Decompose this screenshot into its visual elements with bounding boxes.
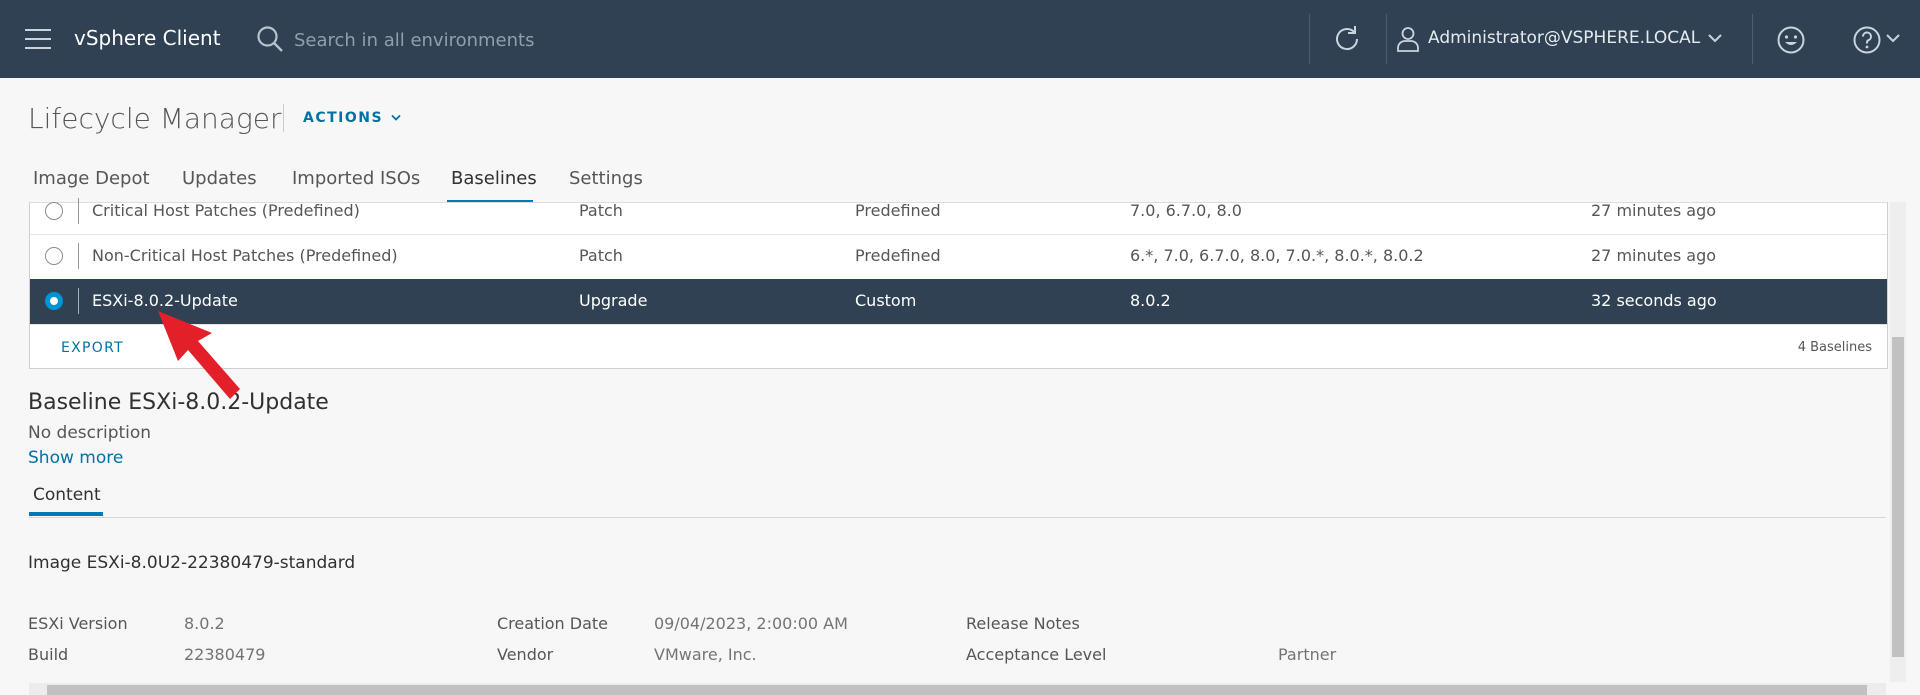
header-divider xyxy=(1386,14,1387,64)
esxi-version-value: 8.0.2 xyxy=(184,614,225,633)
baseline-kind: Predefined xyxy=(855,246,941,265)
image-name: Image ESXi-8.0U2-22380479-standard xyxy=(28,553,356,573)
title-divider xyxy=(283,104,284,132)
build-label: Build xyxy=(28,645,69,664)
baseline-kind: Custom xyxy=(855,291,917,310)
menu-icon[interactable] xyxy=(25,29,51,49)
acceptance-level-label: Acceptance Level xyxy=(966,645,1107,664)
refresh-icon[interactable] xyxy=(1332,24,1362,54)
row-divider xyxy=(78,198,79,224)
build-value: 22380479 xyxy=(184,645,266,664)
search-input[interactable] xyxy=(292,24,816,56)
row-radio-selected[interactable] xyxy=(45,292,63,310)
table-footer: EXPORT 4 Baselines xyxy=(30,324,1887,368)
baseline-name: Non-Critical Host Patches (Predefined) xyxy=(92,246,398,265)
page-title: Lifecycle Manager xyxy=(28,102,282,135)
vendor-value: VMware, Inc. xyxy=(654,645,757,664)
search-icon[interactable] xyxy=(256,25,284,53)
annotation-arrow-icon xyxy=(158,311,240,399)
table-row[interactable]: Non-Critical Host Patches (Predefined) P… xyxy=(30,234,1887,280)
chevron-down-icon[interactable] xyxy=(1886,33,1900,43)
vendor-label: Vendor xyxy=(497,645,554,664)
baseline-versions: 7.0, 6.7.0, 8.0 xyxy=(1130,201,1242,220)
baseline-modified: 27 minutes ago xyxy=(1591,201,1717,220)
actions-label: ACTIONS xyxy=(303,110,384,126)
vertical-scrollbar[interactable] xyxy=(1890,202,1906,682)
acceptance-level-value: Partner xyxy=(1278,645,1337,664)
header-divider xyxy=(1309,14,1310,64)
baselines-table: Critical Host Patches (Predefined) Patch… xyxy=(29,198,1888,369)
row-divider xyxy=(78,243,79,269)
baseline-kind: Predefined xyxy=(855,201,941,220)
scrollbar-thumb[interactable] xyxy=(1892,337,1904,657)
baseline-versions: 8.0.2 xyxy=(1130,291,1171,310)
row-radio[interactable] xyxy=(45,202,63,220)
baseline-modified: 27 minutes ago xyxy=(1591,246,1717,265)
active-tab-indicator xyxy=(29,512,103,516)
header-divider xyxy=(1752,14,1753,64)
baseline-type: Patch xyxy=(579,246,623,265)
esxi-version-label: ESXi Version xyxy=(28,614,128,633)
horizontal-scrollbar[interactable] xyxy=(29,683,1886,695)
scrollbar-thumb[interactable] xyxy=(47,685,1867,695)
baseline-versions: 6.*, 7.0, 6.7.0, 8.0, 7.0.*, 8.0.*, 8.0.… xyxy=(1130,246,1424,265)
row-divider xyxy=(78,288,79,314)
actions-dropdown[interactable]: ACTIONS xyxy=(303,110,402,126)
feedback-smiley-icon[interactable] xyxy=(1776,25,1806,55)
app-title[interactable]: vSphere Client xyxy=(74,26,221,50)
chevron-down-icon xyxy=(391,114,402,121)
creation-date-label: Creation Date xyxy=(497,614,609,633)
baseline-modified: 32 seconds ago xyxy=(1591,291,1717,310)
row-radio[interactable] xyxy=(45,247,63,265)
user-menu[interactable]: Administrator@VSPHERE.LOCAL xyxy=(1428,28,1700,48)
table-row[interactable]: Critical Host Patches (Predefined) Patch… xyxy=(30,189,1887,235)
baseline-count: 4 Baselines xyxy=(1797,340,1872,355)
tab-content[interactable]: Content xyxy=(33,485,101,505)
baseline-description: No description xyxy=(28,423,152,443)
user-icon[interactable] xyxy=(1396,26,1420,52)
export-button[interactable]: EXPORT xyxy=(61,340,124,356)
chevron-down-icon[interactable] xyxy=(1708,33,1722,43)
baseline-type: Upgrade xyxy=(579,291,648,310)
baseline-type: Patch xyxy=(579,201,623,220)
top-header: vSphere Client Administrator@VSPHERE.LOC… xyxy=(0,0,1920,78)
divider xyxy=(29,517,1886,518)
show-more-link[interactable]: Show more xyxy=(28,448,123,468)
baseline-name: Critical Host Patches (Predefined) xyxy=(92,201,360,220)
help-icon[interactable] xyxy=(1852,25,1882,55)
creation-date-value: 09/04/2023, 2:00:00 AM xyxy=(654,614,848,633)
release-notes-label: Release Notes xyxy=(966,614,1080,633)
table-row-selected[interactable]: ESXi-8.0.2-Update Upgrade Custom 8.0.2 3… xyxy=(30,279,1887,325)
